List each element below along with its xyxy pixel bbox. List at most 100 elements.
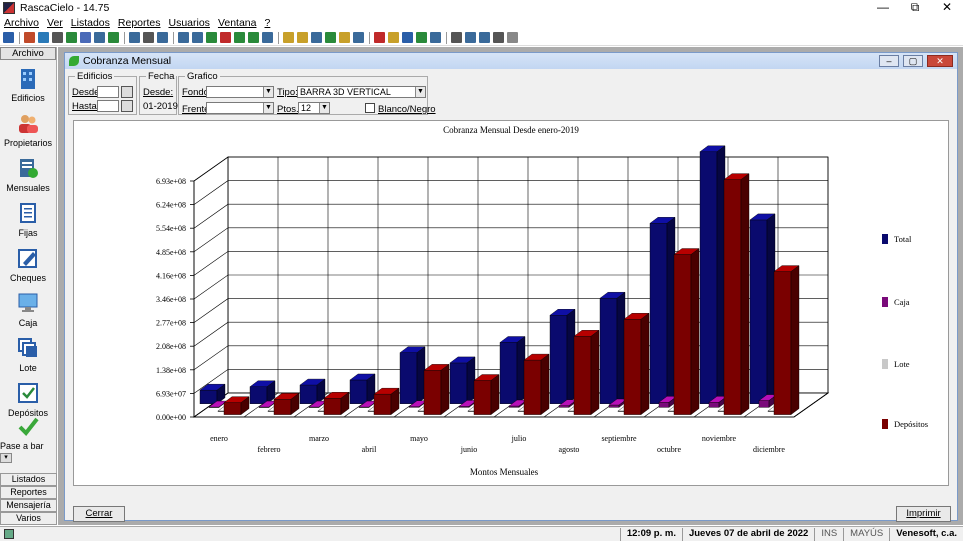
toolbar-button-icon-20[interactable] <box>297 32 308 43</box>
tipo-value: BARRA 3D VERTICAL <box>300 87 391 97</box>
bar-side-depósitos-diciembre <box>790 265 800 416</box>
sidebar-section-mensajeria[interactable]: Mensajería <box>0 499 57 512</box>
people-icon <box>17 112 39 134</box>
menu-archivo[interactable]: Archivo <box>4 17 39 29</box>
toolbar-button-icon-15[interactable] <box>220 32 231 43</box>
sidebar-section-reportes[interactable]: Reportes <box>0 486 57 499</box>
cerrar-button[interactable]: Cerrar <box>73 506 125 522</box>
toolbar-button-icon-25[interactable] <box>374 32 385 43</box>
sidebar-section-listados[interactable]: Listados <box>0 473 57 486</box>
sidebar-section-varios[interactable]: Varios <box>0 512 57 525</box>
tipo-select[interactable]: BARRA 3D VERTICAL ▼ <box>297 86 426 98</box>
toolbar-button-icon-34[interactable] <box>507 32 518 43</box>
sidebar-item-propietarios[interactable]: Propietarios <box>0 105 56 150</box>
chart-y-tick-label: 4.85e+08 <box>156 248 186 257</box>
monitor-icon <box>17 292 39 314</box>
child-minimize-button[interactable]: – <box>879 55 899 67</box>
toolbar-button-icon-4[interactable] <box>52 32 63 43</box>
toolbar-button-icon-17[interactable] <box>248 32 259 43</box>
chart-x-tick-label: febrero <box>257 445 280 454</box>
toolbar-button-icon-26[interactable] <box>388 32 399 43</box>
toolbar-button-icon-16[interactable] <box>234 32 245 43</box>
bar-total-julio <box>499 342 518 404</box>
toolbar-button-icon-31[interactable] <box>465 32 476 43</box>
menu-usuarios[interactable]: Usuarios <box>169 17 210 29</box>
toolbar-button-icon-14[interactable] <box>206 32 217 43</box>
toolbar-button-icon-18[interactable] <box>262 32 273 43</box>
imprimir-button[interactable]: Imprimir <box>896 506 951 522</box>
legend-swatch-lote <box>882 359 888 369</box>
sidebar-item-mensuales[interactable]: Mensuales <box>0 150 56 195</box>
toolbar-button-icon-10[interactable] <box>143 32 154 43</box>
edificios-hasta-picker-icon[interactable] <box>121 100 133 112</box>
menu-listados[interactable]: Listados <box>71 17 110 29</box>
toolbar-button-icon-32[interactable] <box>479 32 490 43</box>
toolbar-button-icon-13[interactable] <box>192 32 203 43</box>
toolbar-button-icon-28[interactable] <box>416 32 427 43</box>
toolbar-button-icon-22[interactable] <box>325 32 336 43</box>
sidebar-item-edificios[interactable]: Edificios <box>0 60 56 105</box>
toolbar-button-icon-7[interactable] <box>94 32 105 43</box>
edificios-hasta-input[interactable] <box>97 100 119 112</box>
toolbar-button-icon-33[interactable] <box>493 32 504 43</box>
toolbar-button-icon-24[interactable] <box>353 32 364 43</box>
sidebar-item-pase-a-bar[interactable]: Pase a bar ▾ <box>0 417 56 465</box>
child-maximize-button[interactable]: ▢ <box>903 55 923 67</box>
sidebar-item-depositos[interactable]: Depósitos <box>0 375 56 420</box>
minimize-button[interactable]: — <box>867 0 899 16</box>
frente-select[interactable]: ▼ <box>206 102 274 114</box>
edificios-desde-picker-icon[interactable] <box>121 86 133 98</box>
bar-side-total-octubre <box>666 216 676 405</box>
bar-depósitos-julio <box>523 359 542 415</box>
status-app-icon <box>4 529 14 539</box>
chevron-down-icon: ▼ <box>263 103 273 113</box>
close-window-button[interactable]: ✕ <box>931 0 963 16</box>
bar-depósitos-enero <box>223 402 242 415</box>
toolbar-button-icon-30[interactable] <box>451 32 462 43</box>
chart-y-tick-label: 5.54e+08 <box>156 224 186 233</box>
sidebar-item-caja[interactable]: Caja <box>0 285 56 330</box>
scroll-down-icon[interactable]: ▾ <box>0 453 12 463</box>
toolbar-button-icon-9[interactable] <box>129 32 140 43</box>
sidebar-item-lote[interactable]: Lote <box>0 330 56 375</box>
sidebar-header[interactable]: Archivo <box>0 47 56 60</box>
toolbar-button-icon-19[interactable] <box>283 32 294 43</box>
edificios-desde-input[interactable] <box>97 86 119 98</box>
menu-ver[interactable]: Ver <box>47 17 63 29</box>
toolbar-button-icon-27[interactable] <box>402 32 413 43</box>
menu-help[interactable]: ? <box>264 17 270 29</box>
bar-side-depósitos-septiembre <box>640 312 650 416</box>
fecha-desde-value[interactable]: 01-2019 <box>143 101 178 112</box>
sidebar-item-cheques[interactable]: Cheques <box>0 240 56 285</box>
toolbar-button-icon-1[interactable] <box>3 32 14 43</box>
toolbar-button-icon-2[interactable] <box>24 32 35 43</box>
tipo-label: Tipo: <box>277 87 298 98</box>
chart-title: Cobranza Mensual Desde enero-2019 <box>443 125 579 135</box>
toolbar-button-icon-11[interactable] <box>157 32 168 43</box>
toolbar-button-icon-3[interactable] <box>38 32 49 43</box>
toolbar-button-icon-5[interactable] <box>66 32 77 43</box>
chevron-down-icon: ▼ <box>415 87 425 97</box>
toolbar-button-icon-12[interactable] <box>178 32 189 43</box>
chart-y-tick-label: 4.16e+08 <box>156 271 186 280</box>
toolbar-button-icon-21[interactable] <box>311 32 322 43</box>
bar-side-total-junio <box>466 356 476 405</box>
bar-depósitos-marzo <box>323 398 342 415</box>
bar-side-total-mayo <box>416 346 426 405</box>
sidebar-item-fijas[interactable]: Fijas <box>0 195 56 240</box>
menu-ventana[interactable]: Ventana <box>218 17 257 29</box>
bar-caja-septiembre <box>608 404 620 408</box>
chart-y-tick-label: 6.93e+07 <box>156 389 186 398</box>
toolbar-button-icon-8[interactable] <box>108 32 119 43</box>
ptos-select[interactable]: 12 ▼ <box>298 102 330 114</box>
toolbar-button-icon-29[interactable] <box>430 32 441 43</box>
fondo-select[interactable]: ▼ <box>206 86 274 98</box>
child-close-button[interactable]: ✕ <box>927 55 953 67</box>
blanco-negro-checkbox[interactable] <box>365 103 375 113</box>
toolbar-button-icon-23[interactable] <box>339 32 350 43</box>
toolbar-button-icon-6[interactable] <box>80 32 91 43</box>
chevron-down-icon: ▼ <box>263 87 273 97</box>
menu-reportes[interactable]: Reportes <box>118 17 161 29</box>
maximize-button[interactable]: ⧉ <box>899 0 931 16</box>
status-company: Venesoft, c.a. <box>889 527 963 541</box>
